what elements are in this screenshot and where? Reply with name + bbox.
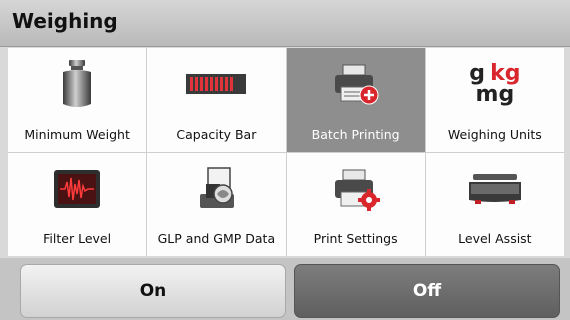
- screen: Weighing Minimum Weight Capacity Bar Bat…: [0, 0, 570, 320]
- weight-icon: [47, 58, 107, 110]
- print-settings-icon: [326, 163, 386, 215]
- level-assist-icon: [465, 163, 525, 215]
- tile-glp-gmp-data[interactable]: GLP and GMP Data: [147, 152, 286, 256]
- tile-minimum-weight[interactable]: Minimum Weight: [8, 48, 147, 152]
- tile-label: Weighing Units: [447, 126, 542, 142]
- tile-label: GLP and GMP Data: [157, 231, 276, 246]
- header-bar: Weighing: [0, 0, 570, 47]
- tile-label: Batch Printing: [311, 126, 400, 142]
- off-button[interactable]: Off: [294, 264, 560, 318]
- tile-filter-level[interactable]: Filter Level: [8, 152, 147, 256]
- units-icon: g kg mg: [465, 58, 525, 110]
- tile-label: Capacity Bar: [176, 126, 257, 142]
- tile-capacity-bar[interactable]: Capacity Bar: [147, 48, 286, 152]
- tile-weighing-units[interactable]: g kg mg Weighing Units: [425, 48, 564, 152]
- capacity-bar-icon: [186, 58, 247, 110]
- tile-level-assist[interactable]: Level Assist: [425, 152, 564, 256]
- glp-gmp-icon: [186, 163, 246, 215]
- page-title: Weighing: [12, 9, 118, 33]
- tile-print-settings[interactable]: Print Settings: [286, 152, 425, 256]
- filter-level-icon: [47, 163, 107, 215]
- tile-label: Print Settings: [313, 231, 398, 246]
- units-mg-text: mg: [475, 81, 515, 107]
- tile-batch-printing[interactable]: Batch Printing: [286, 48, 425, 152]
- tile-label: Filter Level: [43, 231, 112, 246]
- tile-label: Level Assist: [458, 231, 532, 246]
- tile-label: Minimum Weight: [24, 126, 130, 142]
- batch-printing-icon: [326, 58, 386, 110]
- on-button[interactable]: On: [20, 264, 286, 318]
- button-bar: On Off: [0, 258, 570, 320]
- menu-grid: Minimum Weight Capacity Bar Batch Printi…: [8, 48, 564, 256]
